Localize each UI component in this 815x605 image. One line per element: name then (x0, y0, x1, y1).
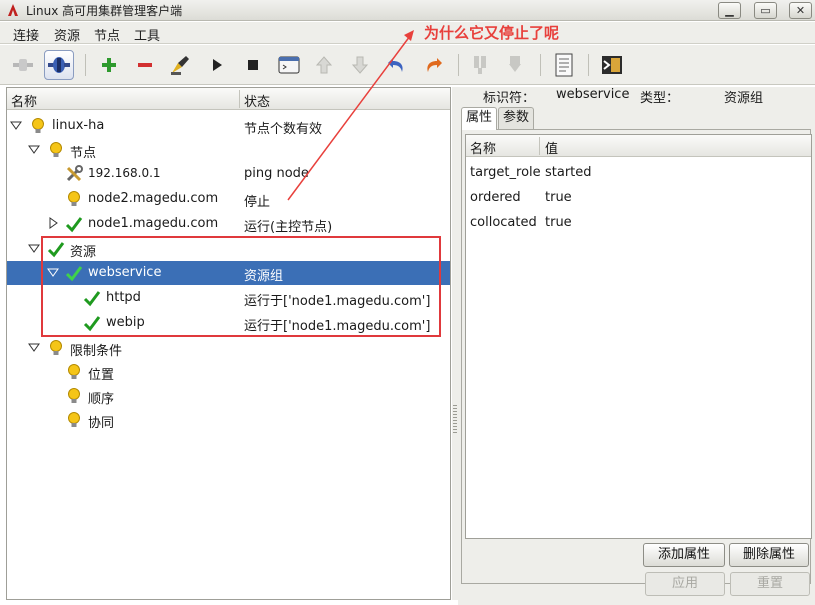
attribute-table: 名称 值 target_role started ordered true co… (465, 134, 812, 539)
tree-header: 名称 状态 (7, 88, 450, 110)
stop-icon[interactable] (238, 50, 268, 80)
tree-row-resources[interactable]: 资源 (7, 237, 450, 261)
menu-bar: 连接 资源 节点 工具 (0, 22, 815, 44)
tools-icon (66, 165, 83, 182)
cleanup-icon[interactable] (165, 50, 195, 80)
tree-row-webservice[interactable]: webservice 资源组 (7, 261, 450, 285)
toolbar (0, 45, 815, 85)
tab-content: 名称 值 target_role started ordered true co… (461, 129, 812, 584)
check-icon (47, 242, 65, 258)
tree-row-nodes[interactable]: 节点 (7, 138, 450, 162)
tree-row-order[interactable]: 顺序 (7, 384, 450, 408)
add-attribute-button[interactable]: 添加属性 (643, 543, 725, 567)
move-up-icon[interactable] (309, 50, 339, 80)
tree-row-webip[interactable]: webip 运行于['node1.magedu.com'] (7, 311, 450, 335)
add-icon[interactable] (94, 50, 124, 80)
bulb-icon (50, 142, 62, 157)
bulb-icon (50, 340, 62, 355)
tab-attributes[interactable]: 属性 (461, 107, 498, 130)
tree-row-location[interactable]: 位置 (7, 360, 450, 384)
minimize-button[interactable]: ▁ (718, 2, 741, 19)
remove-icon[interactable] (130, 50, 160, 80)
bulb-icon (68, 191, 80, 206)
window-title: Linux 高可用集群管理客户端 (26, 4, 183, 18)
menu-tools[interactable]: 工具 (134, 25, 160, 44)
disconnect-icon[interactable] (8, 50, 38, 80)
log-icon[interactable] (549, 50, 579, 80)
tree-row-colocation[interactable]: 协同 (7, 408, 450, 432)
collapsed-icon[interactable] (47, 217, 59, 229)
start-icon[interactable] (202, 50, 232, 80)
expanded-icon[interactable] (28, 341, 40, 353)
annotation-text: 为什么它又停止了呢 (424, 24, 560, 42)
active-icon[interactable] (500, 50, 530, 80)
tree-row-cluster[interactable]: linux-ha 节点个数有效 (7, 114, 450, 138)
standby-icon[interactable] (465, 50, 495, 80)
title-bar: Linux 高可用集群管理客户端 ▁ ▭ ✕ (0, 0, 815, 21)
connect-icon[interactable] (44, 50, 74, 80)
bulb-icon (68, 364, 80, 379)
type-label: 类型： (640, 91, 680, 106)
bulb-icon (68, 412, 80, 427)
expanded-icon[interactable] (28, 242, 40, 254)
maximize-button[interactable]: ▭ (754, 2, 777, 19)
check-icon (83, 316, 101, 332)
id-value: webservice (556, 87, 630, 102)
type-value: 资源组 (724, 91, 764, 106)
redo-icon[interactable] (418, 50, 448, 80)
reset-button[interactable]: 重置 (730, 572, 810, 596)
menu-connect[interactable]: 连接 (13, 25, 39, 44)
tree-row-node1[interactable]: node1.magedu.com 运行(主控节点) (7, 212, 450, 236)
tree-row-ping-node[interactable]: 192.168.0.1 ping node (7, 162, 450, 186)
column-status-header[interactable]: 状态 (244, 91, 270, 110)
expanded-icon[interactable] (47, 266, 59, 278)
attribute-row[interactable]: target_role started (466, 161, 811, 185)
console-icon[interactable] (274, 50, 304, 80)
close-button[interactable]: ✕ (789, 2, 812, 19)
check-icon (65, 217, 83, 233)
splitter-grip[interactable] (453, 405, 457, 435)
attribute-row[interactable]: ordered true (466, 186, 811, 210)
tab-parameters[interactable]: 参数 (498, 107, 535, 129)
check-icon (83, 291, 101, 307)
expanded-icon[interactable] (10, 119, 22, 131)
tree-row-httpd[interactable]: httpd 运行于['node1.magedu.com'] (7, 286, 450, 310)
apply-button[interactable]: 应用 (645, 572, 725, 596)
expanded-icon[interactable] (28, 143, 40, 155)
tree-row-constraints[interactable]: 限制条件 (7, 336, 450, 360)
bulb-icon (32, 118, 44, 133)
tree-row-node2[interactable]: node2.magedu.com 停止 (7, 187, 450, 211)
menu-resources[interactable]: 资源 (54, 25, 80, 44)
attr-value-header[interactable]: 值 (545, 138, 558, 157)
id-label: 标识符： (483, 91, 536, 106)
undo-icon[interactable] (382, 50, 412, 80)
attribute-row[interactable]: collocated true (466, 211, 811, 235)
delete-attribute-button[interactable]: 删除属性 (729, 543, 809, 567)
column-name-header[interactable]: 名称 (11, 91, 37, 110)
attribute-table-header: 名称 值 (466, 135, 811, 157)
bulb-icon (68, 388, 80, 403)
check-icon (65, 266, 83, 282)
exit-icon[interactable] (597, 50, 627, 80)
menu-nodes[interactable]: 节点 (94, 25, 120, 44)
app-icon (8, 4, 18, 16)
move-down-icon[interactable] (345, 50, 375, 80)
details-panel: 标识符： webservice 类型： 资源组 属性 参数 名称 值 targe… (458, 87, 815, 605)
attr-name-header[interactable]: 名称 (470, 138, 496, 157)
cluster-tree: 名称 状态 linux-ha 节点个数有效 节点 192.168.0.1 pin… (6, 87, 451, 600)
